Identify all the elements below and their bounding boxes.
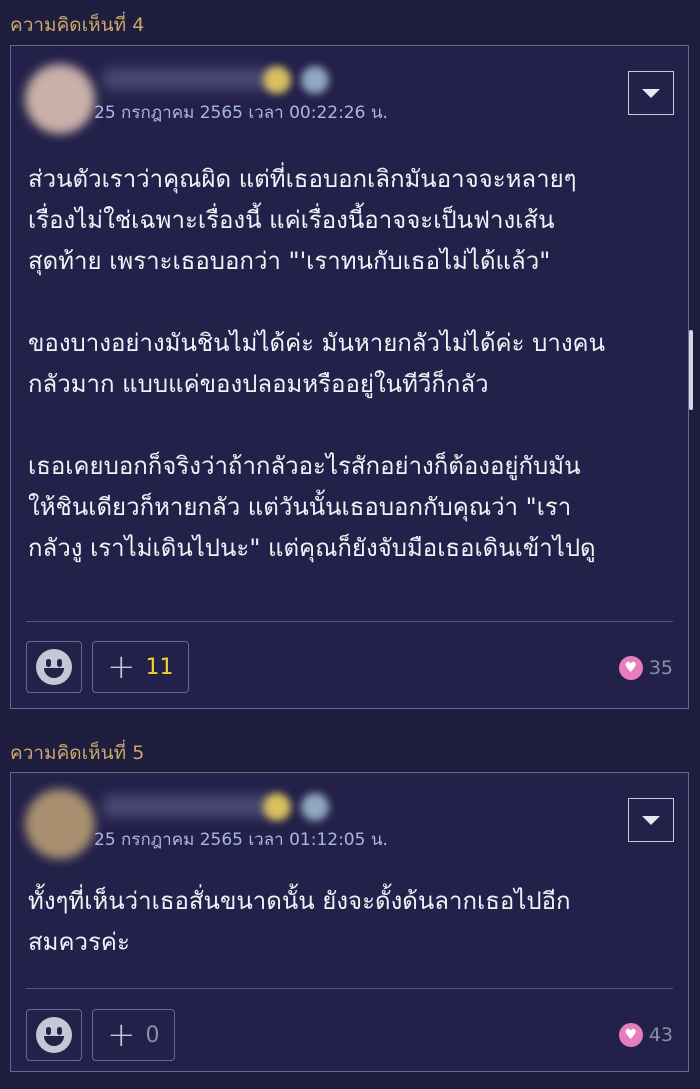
plus-icon: + xyxy=(107,1015,136,1055)
smiley-face-icon xyxy=(36,649,72,685)
username-blurred[interactable] xyxy=(103,795,273,817)
avatar[interactable] xyxy=(25,789,95,859)
divider xyxy=(26,988,673,989)
comment-menu-button[interactable] xyxy=(628,71,674,115)
vote-plus-button[interactable]: + 11 xyxy=(92,641,189,693)
smiley-face-icon xyxy=(36,1017,72,1053)
comment-timestamp: 25 กรกฎาคม 2565 เวลา 00:22:26 น. xyxy=(94,103,388,123)
comment-card: 25 กรกฎาคม 2565 เวลา 00:22:26 น. ส่วนตัว… xyxy=(10,45,689,709)
vote-plus-button[interactable]: + 0 xyxy=(92,1009,175,1061)
emoji-reaction-button[interactable] xyxy=(26,1009,82,1061)
like-count: 43 xyxy=(648,1024,673,1046)
comment-label: ความคิดเห็นที่ 5 xyxy=(10,742,145,764)
chevron-down-icon xyxy=(642,815,660,825)
like-count: 35 xyxy=(648,657,673,679)
like-counter[interactable]: ♥ 43 xyxy=(618,1023,673,1047)
vote-count: 11 xyxy=(145,654,174,680)
badge-icon xyxy=(301,66,329,94)
vote-count: 0 xyxy=(145,1022,160,1048)
comment-timestamp: 25 กรกฎาคม 2565 เวลา 01:12:05 น. xyxy=(94,830,388,850)
badge-icon xyxy=(263,793,291,821)
comment-label: ความคิดเห็นที่ 4 xyxy=(10,14,145,36)
username-blurred[interactable] xyxy=(103,68,273,90)
heart-icon: ♥ xyxy=(618,1023,643,1047)
divider xyxy=(26,621,673,622)
badge-icon xyxy=(301,793,329,821)
comment-menu-button[interactable] xyxy=(628,798,674,842)
heart-icon: ♥ xyxy=(618,656,643,680)
plus-icon: + xyxy=(107,647,136,687)
comment-body: ทั้งๆที่เห็นว่าเธอสั่นขนาดนั้น ยังจะดั้ง… xyxy=(28,887,571,956)
comment-card: 25 กรกฎาคม 2565 เวลา 01:12:05 น. ทั้งๆที… xyxy=(10,772,689,1072)
like-counter[interactable]: ♥ 35 xyxy=(618,656,673,680)
comment-body: ส่วนตัวเราว่าคุณผิด แต่ที่เธอบอกเลิกมันอ… xyxy=(28,165,605,562)
badge-icon xyxy=(263,66,291,94)
emoji-reaction-button[interactable] xyxy=(26,641,82,693)
avatar[interactable] xyxy=(25,64,95,134)
chevron-down-icon xyxy=(642,88,660,98)
scrollbar[interactable] xyxy=(689,330,693,410)
